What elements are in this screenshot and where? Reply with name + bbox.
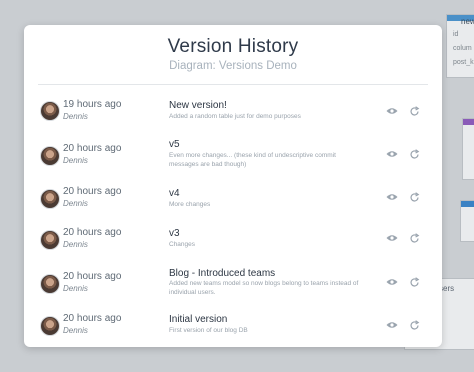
restore-icon[interactable]	[407, 231, 421, 245]
version-time: 20 hours ago	[63, 186, 122, 197]
version-author: Dennis	[63, 156, 88, 165]
version-time: 20 hours ago	[63, 143, 122, 154]
version-name: Blog - Introduced teams	[169, 268, 276, 279]
modal-subtitle: Diagram: Versions Demo	[169, 60, 297, 72]
restore-icon[interactable]	[407, 104, 421, 118]
restore-icon[interactable]	[407, 190, 421, 204]
restore-icon[interactable]	[407, 318, 421, 332]
version-time: 20 hours ago	[63, 227, 122, 238]
background-field: id	[453, 31, 459, 38]
restore-icon[interactable]	[407, 147, 421, 161]
eye-icon[interactable]	[385, 318, 399, 332]
version-time: 20 hours ago	[63, 271, 122, 282]
avatar	[40, 189, 60, 209]
version-name: Initial version	[169, 314, 228, 325]
avatar	[40, 146, 60, 166]
version-time: 19 hours ago	[63, 99, 122, 110]
eye-icon[interactable]	[385, 147, 399, 161]
background-table-title: new	[461, 17, 474, 26]
version-author: Dennis	[63, 199, 88, 208]
modal-title: Version History	[167, 36, 299, 57]
version-description: Added a random table just for demo purpo…	[169, 113, 301, 120]
version-time: 20 hours ago	[63, 313, 122, 324]
avatar	[40, 101, 60, 121]
version-description: Added new teams model so now blogs belon…	[169, 280, 359, 296]
avatar	[40, 230, 60, 250]
background-field: post_k	[453, 59, 474, 66]
version-author: Dennis	[63, 240, 88, 249]
version-description: More changes	[169, 201, 211, 208]
background-table	[462, 118, 474, 180]
version-name: v3	[169, 228, 180, 239]
avatar	[40, 274, 60, 294]
version-description: First version of our blog DB	[169, 327, 248, 334]
version-description: Even more changes... (these kind of unde…	[169, 152, 336, 168]
version-name: v4	[169, 188, 180, 199]
version-name: v5	[169, 139, 180, 150]
version-history-modal: Version History Diagram: Versions Demo 1…	[24, 25, 442, 347]
version-author: Dennis	[63, 112, 88, 121]
version-name: New version!	[169, 100, 227, 111]
eye-icon[interactable]	[385, 275, 399, 289]
background-field: colum	[453, 45, 472, 52]
avatar	[40, 316, 60, 336]
eye-icon[interactable]	[385, 104, 399, 118]
restore-icon[interactable]	[407, 275, 421, 289]
version-author: Dennis	[63, 326, 88, 335]
version-description: Changes	[169, 241, 196, 248]
background-table	[460, 200, 474, 242]
background-table-new: new id colum post_k	[446, 14, 474, 78]
eye-icon[interactable]	[385, 190, 399, 204]
divider	[38, 84, 428, 85]
eye-icon[interactable]	[385, 231, 399, 245]
version-author: Dennis	[63, 284, 88, 293]
